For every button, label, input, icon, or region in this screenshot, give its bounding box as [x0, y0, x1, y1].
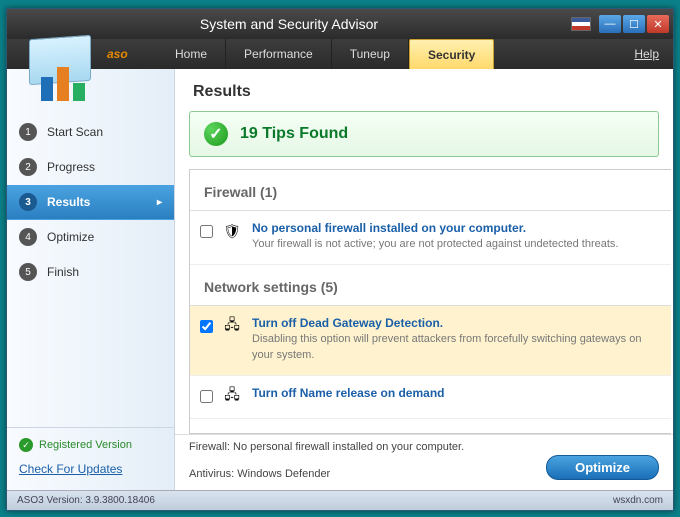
version-text: ASO3 Version: 3.9.3800.18406 — [17, 495, 155, 506]
tab-tuneup[interactable]: Tuneup — [332, 39, 409, 69]
item-checkbox[interactable] — [200, 320, 213, 333]
item-title: No personal firewall installed on your c… — [252, 221, 659, 235]
tab-security[interactable]: Security — [409, 39, 494, 69]
titlebar: System and Security Advisor — ☐ ✕ — [7, 9, 673, 39]
app-window: System and Security Advisor — ☐ ✕ aso Ho… — [6, 8, 674, 511]
step-label: Optimize — [47, 230, 94, 244]
tips-summary-box: ✓ 19 Tips Found — [189, 111, 659, 157]
step-label: Finish — [47, 265, 79, 279]
registered-status: ✓ Registered Version — [19, 438, 162, 452]
status-right: wsxdn.com — [613, 495, 663, 506]
minimize-button[interactable]: — — [599, 15, 621, 33]
step-label: Progress — [47, 160, 95, 174]
sidebar-step-optimize[interactable]: 4 Optimize — [7, 220, 174, 255]
shield-icon: 🛡 — [222, 221, 242, 241]
tab-performance[interactable]: Performance — [226, 39, 332, 69]
sidebar-footer: ✓ Registered Version Check For Updates — [7, 427, 174, 490]
optimize-button[interactable]: Optimize — [546, 455, 659, 480]
language-flag-icon[interactable] — [571, 17, 591, 31]
sidebar-step-start-scan[interactable]: 1 Start Scan — [7, 115, 174, 150]
step-number-icon: 1 — [19, 123, 37, 141]
success-check-icon: ✓ — [204, 122, 228, 146]
item-body: No personal firewall installed on your c… — [252, 221, 659, 252]
step-number-icon: 2 — [19, 158, 37, 176]
step-number-icon: 5 — [19, 263, 37, 281]
footer-antivirus-line: Antivirus: Windows Defender — [189, 468, 330, 480]
sidebar-step-finish[interactable]: 5 Finish — [7, 255, 174, 290]
help-menu[interactable]: Help — [620, 39, 673, 69]
app-logo-icon — [21, 37, 99, 105]
sidebar-step-progress[interactable]: 2 Progress — [7, 150, 174, 185]
item-desc: Disabling this option will prevent attac… — [252, 332, 659, 363]
chevron-right-icon: ▸ — [157, 197, 162, 208]
result-item[interactable]: 🖧 Turn off Dead Gateway Detection. Disabli… — [190, 306, 671, 376]
network-icon: 🖧 — [222, 386, 242, 406]
result-item[interactable]: 🖧 Turn off Name release on demand — [190, 376, 671, 419]
section-head-firewall: Firewall (1) — [190, 170, 671, 211]
main-panel: Results ✓ 19 Tips Found Firewall (1) 🛡 No … — [175, 69, 673, 490]
network-icon: 🖧 — [222, 316, 242, 336]
section-head-network-settings: Network settings (5) — [190, 265, 671, 306]
maximize-button[interactable]: ☐ — [623, 15, 645, 33]
body: 1Start Scan2Progress3Results▸4Optimize5F… — [7, 69, 673, 490]
results-heading: Results — [175, 69, 673, 111]
item-checkbox[interactable] — [200, 390, 213, 403]
step-label: Results — [47, 195, 90, 209]
step-label: Start Scan — [47, 125, 103, 139]
check-icon: ✓ — [19, 438, 33, 452]
item-checkbox[interactable] — [200, 225, 213, 238]
close-button[interactable]: ✕ — [647, 15, 669, 33]
statusbar: ASO3 Version: 3.9.3800.18406 wsxdn.com — [7, 490, 673, 510]
item-body: Turn off Dead Gateway Detection. Disablin… — [252, 316, 659, 363]
footer: Firewall: No personal firewall installed… — [175, 434, 673, 490]
sidebar-step-results[interactable]: 3 Results ▸ — [7, 185, 174, 220]
check-updates-link[interactable]: Check For Updates — [19, 462, 162, 476]
tab-home[interactable]: Home — [157, 39, 226, 69]
window-title: System and Security Advisor — [7, 16, 571, 32]
registered-label: Registered Version — [39, 439, 132, 451]
result-item[interactable]: 🛡 No personal firewall installed on your … — [190, 211, 671, 265]
item-desc: Your firewall is not active; you are not… — [252, 237, 659, 252]
window-buttons: — ☐ ✕ — [599, 15, 673, 33]
item-body: Turn off Name release on demand — [252, 386, 659, 406]
item-title: Turn off Dead Gateway Detection. — [252, 316, 659, 330]
tips-found-text: 19 Tips Found — [240, 125, 348, 143]
footer-firewall-line: Firewall: No personal firewall installed… — [189, 441, 659, 453]
step-number-icon: 3 — [19, 193, 37, 211]
brand-logo-text: aso — [107, 47, 128, 61]
sidebar: 1 Start Scan 2 Progress 3 Results ▸ 4 Optimize 5F… — [7, 69, 175, 490]
step-number-icon: 4 — [19, 228, 37, 246]
item-title: Turn off Name release on demand — [252, 386, 659, 400]
results-list[interactable]: Firewall (1) 🛡 No personal firewall instal… — [189, 169, 671, 434]
